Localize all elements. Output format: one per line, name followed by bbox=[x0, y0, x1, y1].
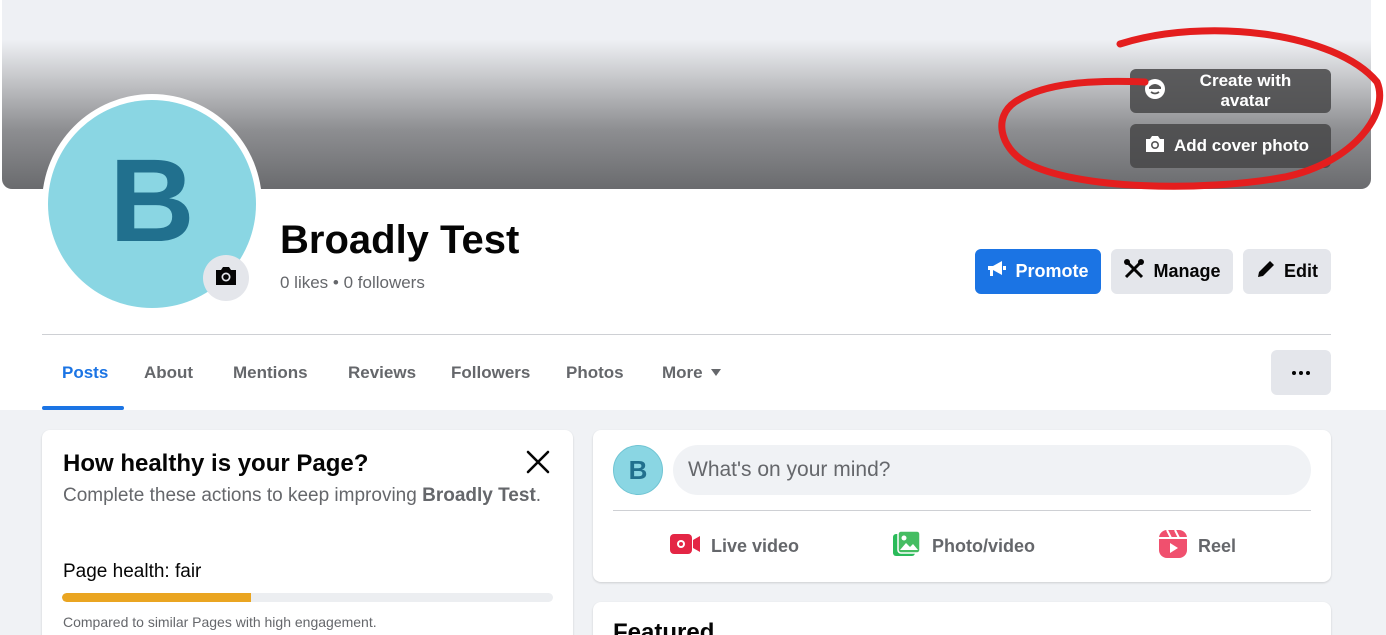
live-video-button[interactable]: Live video bbox=[669, 526, 799, 566]
header-divider bbox=[42, 334, 1331, 335]
photo-video-button[interactable]: Photo/video bbox=[892, 526, 1035, 566]
tab-about[interactable]: About bbox=[144, 350, 193, 395]
page-title: Broadly Test bbox=[280, 218, 520, 262]
pencil-icon bbox=[1256, 259, 1276, 284]
ellipsis-icon bbox=[1292, 370, 1296, 375]
camera-icon bbox=[214, 265, 238, 292]
active-tab-indicator bbox=[42, 406, 124, 410]
photo-icon bbox=[892, 529, 922, 563]
camera-icon bbox=[1144, 134, 1166, 159]
page-stats[interactable]: 0 likes • 0 followers bbox=[280, 273, 425, 293]
more-options-button[interactable] bbox=[1271, 350, 1331, 395]
reel-icon bbox=[1158, 529, 1188, 564]
health-progress-bar bbox=[62, 593, 553, 602]
add-cover-photo-button[interactable]: Add cover photo bbox=[1130, 124, 1331, 168]
caret-down-icon bbox=[710, 369, 721, 376]
health-card-title: How healthy is your Page? bbox=[63, 450, 369, 477]
reel-button[interactable]: Reel bbox=[1158, 526, 1236, 566]
edit-label: Edit bbox=[1284, 261, 1318, 281]
megaphone-icon bbox=[987, 260, 1007, 283]
update-profile-picture-button[interactable] bbox=[203, 255, 249, 301]
manage-label: Manage bbox=[1153, 261, 1221, 281]
tab-reviews[interactable]: Reviews bbox=[348, 350, 416, 395]
create-with-avatar-label: Create with avatar bbox=[1199, 71, 1292, 110]
photo-video-label: Photo/video bbox=[932, 535, 1035, 556]
tab-followers[interactable]: Followers bbox=[451, 350, 530, 395]
live-video-label: Live video bbox=[711, 535, 800, 556]
live-video-icon bbox=[669, 531, 701, 562]
health-note: Compared to similar Pages with high enga… bbox=[63, 614, 377, 630]
create-with-avatar-button[interactable]: Create with avatar bbox=[1130, 69, 1331, 113]
avatar[interactable]: B bbox=[613, 445, 663, 495]
tab-mentions[interactable]: Mentions bbox=[233, 350, 308, 395]
tab-photos[interactable]: Photos bbox=[566, 350, 624, 395]
composer-divider bbox=[613, 510, 1311, 511]
health-progress-fill bbox=[62, 593, 252, 602]
health-status: Page health: fair bbox=[63, 561, 202, 582]
promote-button[interactable]: Promote bbox=[975, 249, 1101, 294]
featured-title: Featured bbox=[613, 619, 715, 635]
tab-more[interactable]: More bbox=[662, 350, 721, 395]
edit-button[interactable]: Edit bbox=[1243, 249, 1331, 294]
add-cover-photo-label: Add cover photo bbox=[1174, 136, 1310, 155]
avatar-letter: B bbox=[109, 135, 195, 267]
promote-label: Promote bbox=[1015, 261, 1089, 281]
close-button[interactable] bbox=[522, 446, 554, 478]
reel-label: Reel bbox=[1198, 535, 1237, 556]
post-composer: B What's on your mind? Live video Photo/… bbox=[593, 430, 1331, 582]
post-input[interactable]: What's on your mind? bbox=[673, 445, 1311, 495]
featured-card: Featured bbox=[593, 602, 1331, 635]
manage-button[interactable]: Manage bbox=[1111, 249, 1233, 294]
page-health-card: How healthy is your Page? Complete these… bbox=[42, 430, 573, 635]
tools-icon bbox=[1123, 258, 1145, 285]
tab-posts[interactable]: Posts bbox=[62, 350, 108, 395]
avatar-icon bbox=[1144, 78, 1166, 105]
close-icon bbox=[526, 450, 550, 474]
health-card-description: Complete these actions to keep improving… bbox=[63, 485, 542, 506]
